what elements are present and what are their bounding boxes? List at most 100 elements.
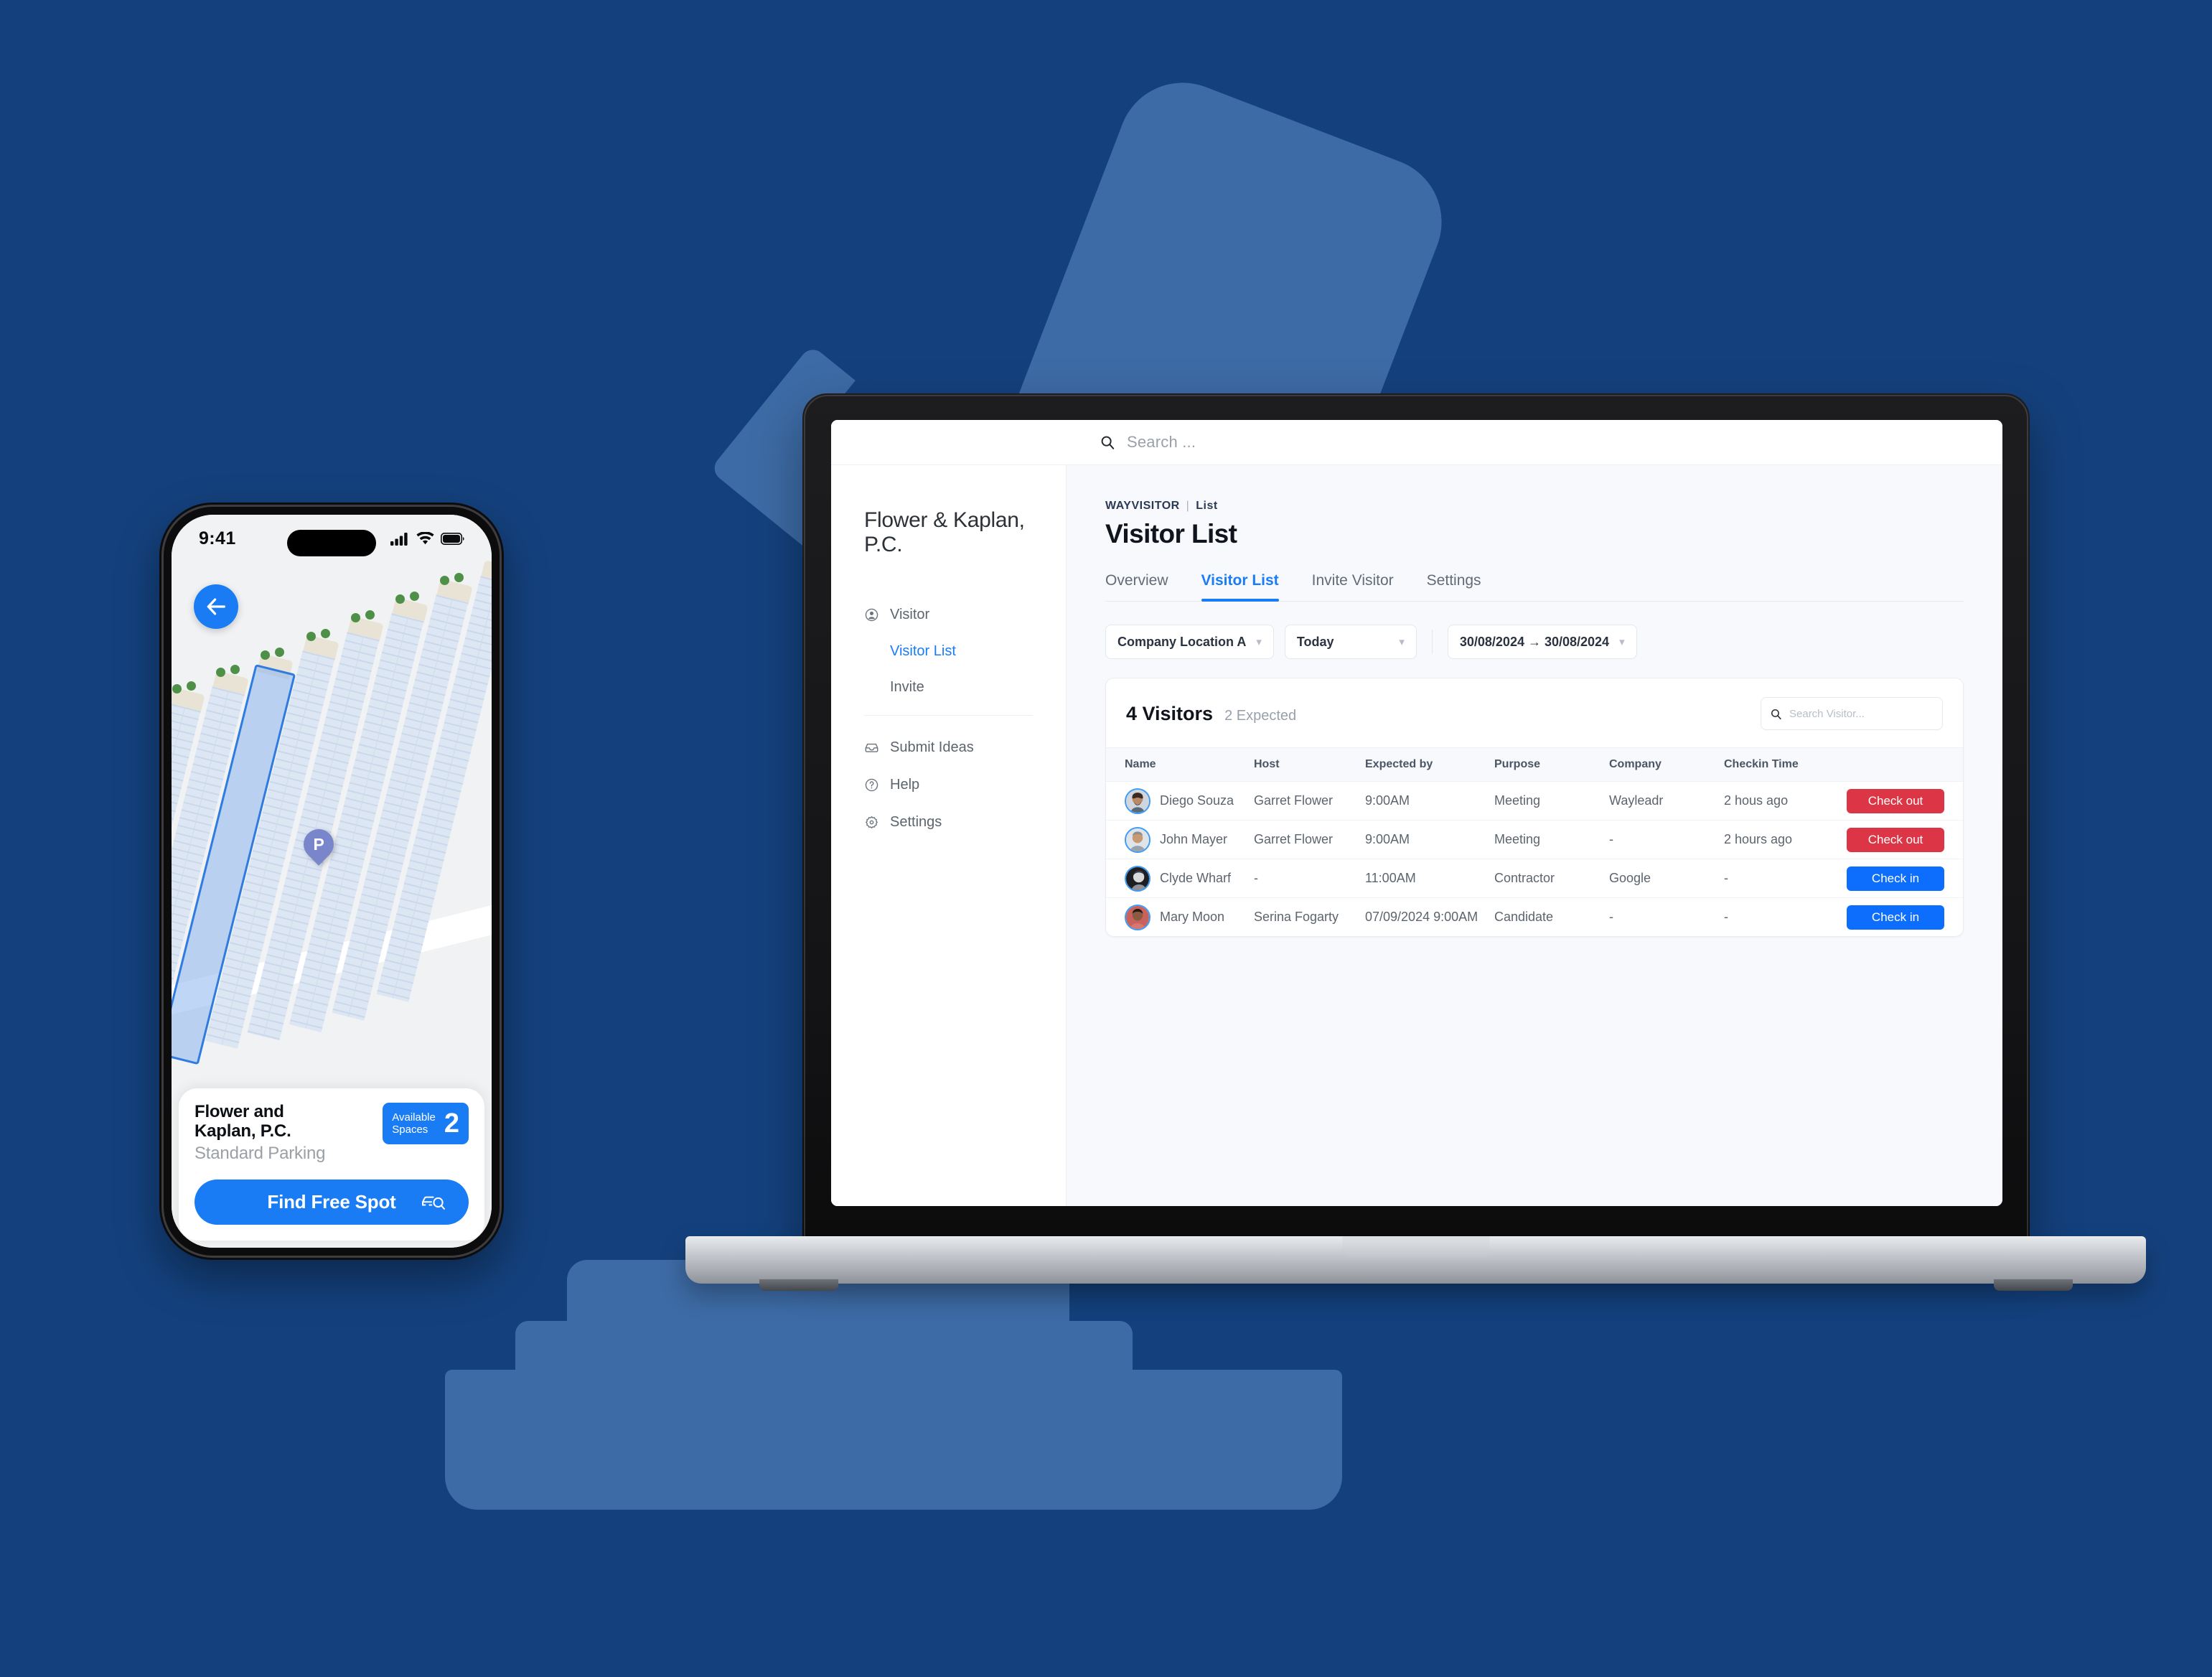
inbox-icon bbox=[865, 743, 878, 752]
available-spaces-label: Available Spaces bbox=[392, 1111, 436, 1136]
cell-expected-by: 9:00AM bbox=[1365, 820, 1494, 859]
column-header-expected-by: Expected by bbox=[1365, 747, 1494, 782]
cell-host: - bbox=[1254, 859, 1365, 898]
cell-host: Garret Flower bbox=[1254, 781, 1365, 821]
cell-name: Mary Moon bbox=[1106, 898, 1254, 937]
avatar bbox=[1125, 788, 1150, 814]
card-header-left: 4 Visitors 2 Expected bbox=[1126, 703, 1296, 725]
chevron-down-icon: ▾ bbox=[1619, 636, 1625, 648]
chevron-down-icon: ▾ bbox=[1399, 636, 1405, 648]
status-icons bbox=[390, 531, 464, 546]
check-out-button[interactable]: Check out bbox=[1847, 827, 1944, 852]
avatar-photo bbox=[1126, 790, 1149, 813]
avatar bbox=[1125, 865, 1150, 892]
cell-purpose: Candidate bbox=[1494, 910, 1554, 924]
sidebar-item-invite[interactable]: Invite bbox=[831, 669, 1066, 705]
cell-company: Google bbox=[1609, 859, 1724, 898]
car-search-icon bbox=[422, 1196, 445, 1210]
parking-title-line2: Kaplan, P.C. bbox=[195, 1121, 291, 1141]
map-tree bbox=[216, 668, 225, 677]
sidebar-item-submit-ideas[interactable]: Submit Ideas bbox=[831, 729, 1066, 766]
app-body: Flower & Kaplan, P.C. Visitor Visitor Li… bbox=[831, 465, 2002, 1206]
cell-purpose: Meeting bbox=[1494, 781, 1609, 821]
sidebar-item-visitor[interactable]: Visitor bbox=[831, 596, 1066, 633]
visitor-search-input[interactable]: Search Visitor... bbox=[1761, 697, 1943, 730]
cell-name: John Mayer bbox=[1106, 820, 1254, 859]
visitor-search-placeholder: Search Visitor... bbox=[1789, 707, 1865, 720]
phone-screen: P 9:41 Flower and Kaplan, P.C. Standard … bbox=[172, 515, 492, 1248]
table-body: Diego Souza Garret Flower 9:00AM Meeting… bbox=[1106, 781, 1963, 937]
table-header: Name Host Expected by Purpose Company Ch… bbox=[1106, 747, 1963, 782]
column-header-purpose: Purpose bbox=[1494, 747, 1609, 782]
sidebar: Flower & Kaplan, P.C. Visitor Visitor Li… bbox=[831, 465, 1067, 1206]
cell-company: Wayleadr bbox=[1609, 781, 1724, 821]
find-free-spot-button[interactable]: Find Free Spot bbox=[195, 1179, 469, 1225]
cell-action: Check out bbox=[1846, 781, 1963, 821]
visitor-table: Name Host Expected by Purpose Company Ch… bbox=[1106, 747, 1963, 936]
column-header-action bbox=[1846, 747, 1963, 782]
parking-info-sheet: Flower and Kaplan, P.C. Standard Parking… bbox=[179, 1088, 484, 1241]
available-spaces-label-line1: Available bbox=[392, 1111, 436, 1124]
cell-checkin-time: 2 hours ago bbox=[1724, 820, 1846, 859]
parking-pin-label: P bbox=[313, 834, 324, 854]
gavel-block-base-shape bbox=[445, 1370, 1342, 1510]
parking-title-line1: Flower and bbox=[195, 1102, 284, 1122]
check-in-button[interactable]: Check in bbox=[1847, 866, 1944, 891]
sidebar-item-help[interactable]: Help bbox=[831, 766, 1066, 803]
tab-overview[interactable]: Overview bbox=[1105, 572, 1168, 601]
filter-date-range-dropdown[interactable]: 30/08/2024 → 30/08/2024 ▾ bbox=[1447, 625, 1637, 659]
check-out-button[interactable]: Check out bbox=[1847, 788, 1944, 813]
cell-purpose: Contractor bbox=[1494, 859, 1609, 898]
check-in-button[interactable]: Check in bbox=[1847, 905, 1944, 930]
tab-visitor-list[interactable]: Visitor List bbox=[1201, 572, 1279, 602]
map-tree bbox=[187, 681, 196, 691]
cell-company: - bbox=[1609, 910, 1613, 924]
table-row[interactable]: Clyde Wharf - 11:00AM Contractor Google … bbox=[1106, 859, 1963, 898]
avatar-photo bbox=[1126, 828, 1149, 851]
status-time: 9:41 bbox=[199, 528, 236, 548]
filter-period-dropdown[interactable]: Today ▾ bbox=[1284, 625, 1417, 659]
avatar-photo bbox=[1126, 906, 1149, 929]
column-header-host: Host bbox=[1254, 747, 1365, 782]
cell-expected-by: 07/09/2024 9:00AM bbox=[1365, 910, 1478, 924]
search-icon bbox=[1771, 709, 1781, 719]
map-tree bbox=[365, 610, 375, 620]
back-button[interactable] bbox=[194, 584, 238, 629]
sidebar-item-label-invite: Invite bbox=[890, 678, 924, 695]
filter-period-value: Today bbox=[1296, 634, 1334, 649]
map-tree bbox=[410, 592, 419, 601]
sidebar-item-visitor-list[interactable]: Visitor List bbox=[831, 633, 1066, 669]
global-search-bar[interactable]: Search ... bbox=[831, 420, 2002, 465]
table-row[interactable]: Diego Souza Garret Flower 9:00AM Meeting… bbox=[1106, 781, 1963, 821]
gear-icon bbox=[866, 816, 878, 828]
column-header-checkin-time: Checkin Time bbox=[1724, 747, 1846, 782]
avatar bbox=[1125, 826, 1150, 853]
filter-bar: Company Location A ▾ Today ▾ 30/08/2024 … bbox=[1105, 602, 1964, 678]
map-tree bbox=[306, 632, 316, 641]
cell-purpose: Meeting bbox=[1494, 820, 1609, 859]
battery-icon bbox=[441, 532, 464, 545]
table-row[interactable]: Mary Moon Serina Fogarty 07/09/2024 9:00… bbox=[1106, 898, 1963, 937]
laptop-screen: Search ... Flower & Kaplan, P.C. Visitor… bbox=[831, 420, 2002, 1206]
card-header: 4 Visitors 2 Expected Search Visitor... bbox=[1106, 678, 1963, 747]
table-row[interactable]: John Mayer Garret Flower 9:00AM Meeting … bbox=[1106, 820, 1963, 859]
laptop-foot-left bbox=[759, 1279, 838, 1291]
cell-checkin-time: - bbox=[1724, 859, 1846, 898]
sidebar-item-settings[interactable]: Settings bbox=[831, 803, 1066, 841]
filter-date-range-value: 30/08/2024 → 30/08/2024 bbox=[1459, 634, 1610, 649]
tab-settings[interactable]: Settings bbox=[1427, 572, 1481, 601]
map-tree bbox=[454, 573, 464, 582]
page-title: Visitor List bbox=[1105, 519, 1237, 548]
breadcrumb: WAYVISITOR | List bbox=[1105, 500, 1964, 513]
sidebar-brand: Flower & Kaplan, P.C. bbox=[864, 508, 1025, 556]
sidebar-item-label-visitor: Visitor bbox=[890, 606, 930, 622]
user-circle-icon bbox=[865, 608, 878, 621]
sidebar-item-label-submit-ideas: Submit Ideas bbox=[890, 739, 974, 755]
cell-checkin-time: 2 hous ago bbox=[1724, 781, 1846, 821]
map-tree bbox=[261, 650, 270, 660]
global-search-placeholder: Search ... bbox=[1127, 433, 1196, 451]
filter-location-dropdown[interactable]: Company Location A ▾ bbox=[1105, 625, 1274, 659]
tab-invite-visitor[interactable]: Invite Visitor bbox=[1312, 572, 1394, 601]
parking-subtitle: Standard Parking bbox=[195, 1144, 326, 1163]
chevron-down-icon: ▾ bbox=[1256, 636, 1262, 648]
